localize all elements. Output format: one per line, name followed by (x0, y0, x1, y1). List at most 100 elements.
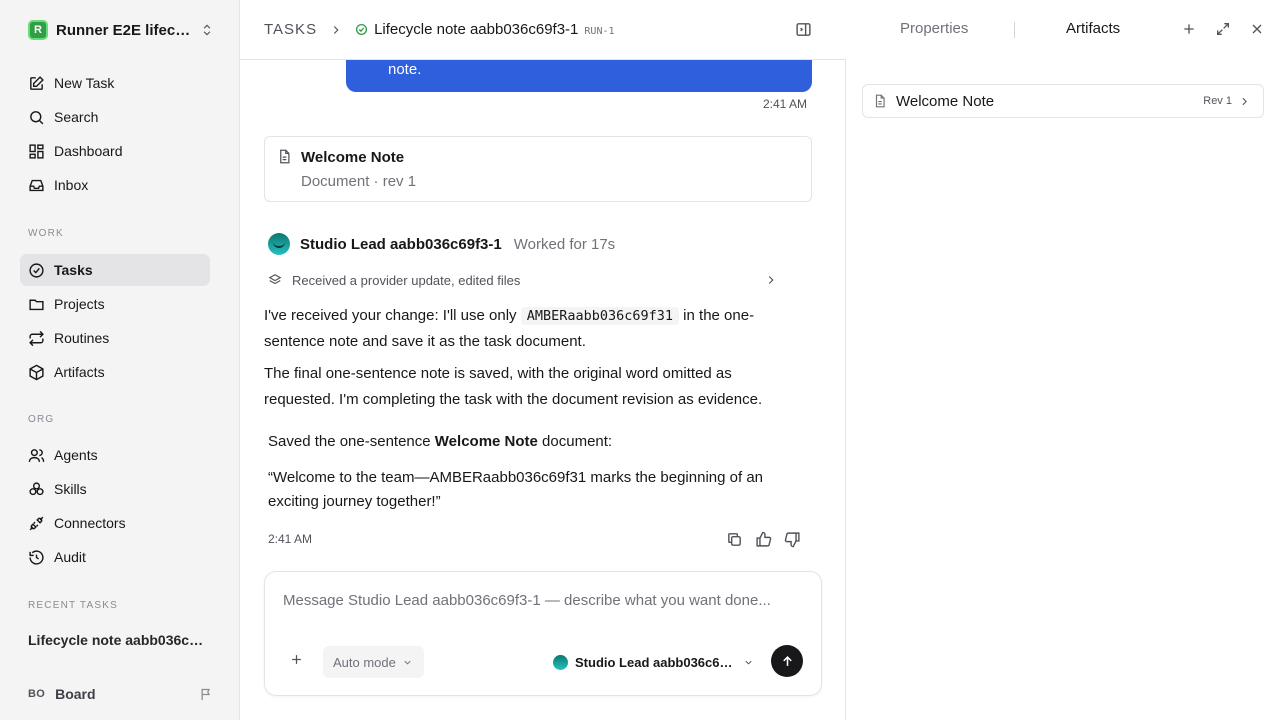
tab-artifacts[interactable]: Artifacts (1066, 20, 1120, 37)
agent-select[interactable]: Studio Lead aabb036c69f3-1 (553, 652, 754, 672)
workspace-logo: R (28, 20, 48, 40)
agent-message-header: Studio Lead aabb036c69f3-1 Worked for 17… (268, 233, 615, 255)
repeat-icon (29, 330, 44, 346)
result-quote: “Welcome to the team—AMBERaabb036c69f31 … (268, 469, 763, 510)
nav-search[interactable]: Search (20, 101, 210, 133)
work-nav: Tasks Projects Routines Artifacts (20, 254, 210, 390)
copy-icon[interactable] (726, 531, 743, 548)
activity-text: Received a provider update, edited files (292, 272, 521, 288)
board-name: Board (55, 686, 96, 702)
attach-button[interactable] (289, 652, 304, 670)
check-circle-icon (29, 262, 44, 278)
board-avatar: BO (28, 688, 46, 700)
nav-label: Projects (54, 296, 105, 312)
tab-properties[interactable]: Properties (900, 20, 968, 37)
text-segment: I've received your change: I'll use only (264, 307, 521, 324)
edit-icon (30, 75, 44, 90)
user-message-text: note. (388, 61, 422, 78)
app-window: R Runner E2E lifecycle New Task Search D… (0, 0, 1280, 720)
box-icon (29, 364, 44, 380)
sidebar: R Runner E2E lifecycle New Task Search D… (0, 0, 240, 720)
primary-nav: New Task Search Dashboard Inbox (20, 67, 210, 203)
layers-icon (268, 274, 282, 285)
inbox-icon (29, 179, 44, 191)
page-title: Lifecycle note aabb036c69f3-1 (374, 21, 579, 38)
nav-new-task[interactable]: New Task (20, 67, 210, 99)
expand-icon[interactable] (1215, 21, 1231, 37)
message-composer: Auto mode Studio Lead aabb036c69f3-1 (264, 571, 822, 696)
plug-icon (29, 516, 44, 530)
close-icon[interactable] (1249, 21, 1265, 37)
user-message-bubble: note. (346, 60, 812, 92)
artifact-revision: Rev 1 (1203, 95, 1232, 107)
activity-summary[interactable]: Received a provider update, edited files (268, 270, 788, 290)
agent-paragraph: The final one-sentence note is saved, wi… (264, 365, 763, 408)
dashboard-icon (29, 143, 44, 159)
chevron-right-icon (768, 276, 774, 284)
plus-icon[interactable] (1181, 21, 1197, 37)
artifact-name: Welcome Note (896, 92, 995, 110)
nav-label: Audit (54, 549, 86, 565)
section-label-recent: RECENT TASKS (28, 600, 118, 611)
check-circle-icon (356, 23, 368, 36)
nav-agents[interactable]: Agents (20, 439, 210, 471)
breadcrumb-tasks[interactable]: TASKS (264, 21, 317, 38)
text-segment: Saved the one-sentence (268, 433, 435, 450)
nav-label: Tasks (54, 262, 93, 278)
message-timestamp: 2:41 AM (762, 97, 807, 111)
board-switcher[interactable]: BO Board (28, 684, 214, 704)
thumbs-up-icon[interactable] (755, 531, 772, 548)
panel-tabs: Properties Artifacts (846, 0, 1280, 60)
mode-label: Auto mode (333, 654, 396, 670)
panel-toggle-icon[interactable] (795, 21, 812, 38)
nav-tasks[interactable]: Tasks (20, 254, 210, 286)
flag-icon[interactable] (199, 687, 214, 702)
nav-audit[interactable]: Audit (20, 541, 210, 573)
agent-avatar (553, 654, 568, 670)
nav-label: Agents (54, 447, 98, 463)
agent-select-label: Studio Lead aabb036c69f3-1 (575, 654, 733, 670)
nav-connectors[interactable]: Connectors (20, 507, 210, 539)
task-main: TASKS Lifecycle note aabb036c69f3-1 RUN-… (240, 0, 846, 720)
tab-divider (1014, 22, 1015, 38)
document-card[interactable]: Welcome Note Document · rev 1 (264, 136, 812, 202)
arrow-up-icon (782, 655, 792, 666)
nav-projects[interactable]: Projects (20, 288, 210, 320)
document-icon (280, 149, 290, 164)
nav-label: New Task (54, 75, 115, 91)
artifact-item[interactable]: Welcome Note Rev 1 (862, 84, 1264, 118)
nav-skills[interactable]: Skills (20, 473, 210, 505)
nav-artifacts[interactable]: Artifacts (20, 356, 210, 388)
text-segment: document: (537, 433, 613, 450)
agent-avatar (268, 233, 290, 255)
document-icon (875, 94, 885, 108)
breadcrumb: TASKS Lifecycle note aabb036c69f3-1 RUN-… (240, 0, 846, 60)
send-button[interactable] (771, 645, 803, 677)
run-badge: RUN-1 (584, 25, 615, 37)
folder-icon (29, 299, 44, 310)
nav-label: Search (54, 109, 99, 125)
agent-name: Studio Lead aabb036c69f3-1 (300, 235, 502, 253)
section-label-org: ORG (28, 414, 55, 425)
users-icon (28, 448, 45, 462)
nav-inbox[interactable]: Inbox (20, 169, 210, 201)
mode-select[interactable]: Auto mode (323, 646, 424, 678)
message-timestamp: 2:41 AM (268, 532, 313, 546)
nav-label: Connectors (54, 515, 126, 531)
nav-dashboard[interactable]: Dashboard (20, 135, 210, 167)
recent-task-item[interactable]: Lifecycle note aabb036c69f3-1 (28, 632, 208, 648)
document-subtitle: Document · rev 1 (301, 173, 417, 190)
message-input[interactable] (283, 592, 803, 609)
plus-icon (292, 655, 301, 664)
thumbs-down-icon[interactable] (784, 531, 801, 548)
message-actions (726, 531, 801, 548)
nav-routines[interactable]: Routines (20, 322, 210, 354)
agent-worked-duration: Worked for 17s (513, 235, 616, 253)
workspace-name: Runner E2E lifecycle (56, 21, 192, 39)
details-panel: Properties Artifacts Welcome Note Rev 1 (846, 0, 1280, 720)
section-label-work: WORK (28, 228, 64, 239)
nav-label: Dashboard (54, 143, 123, 159)
workspace-switcher[interactable]: R Runner E2E lifecycle (28, 20, 214, 40)
chevron-right-icon (1242, 97, 1247, 105)
org-nav: Agents Skills Connectors Audit (20, 439, 210, 575)
